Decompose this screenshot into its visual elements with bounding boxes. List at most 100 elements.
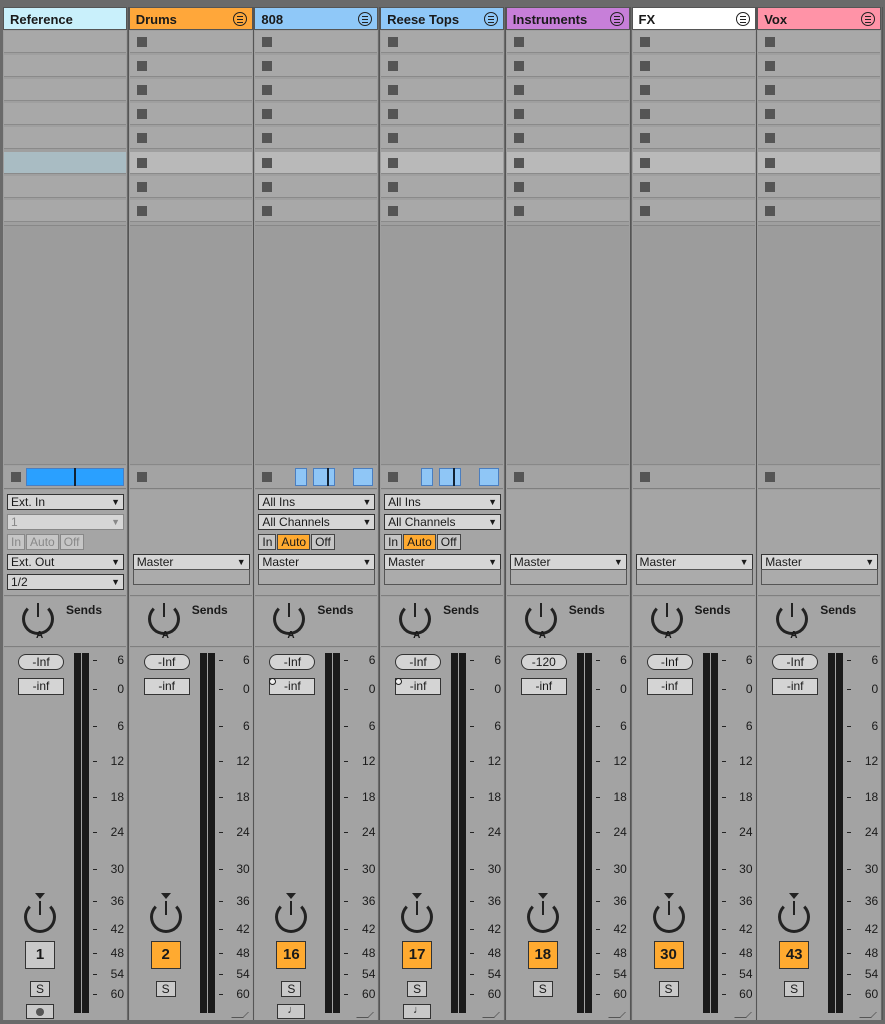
output-type-select[interactable]: Master [509,554,627,570]
solo-button[interactable]: S [784,981,805,997]
clip-slot[interactable] [129,55,252,77]
volume-field[interactable]: -inf [520,678,567,695]
track-title[interactable]: FX [631,7,756,30]
stop-clip-icon[interactable] [639,109,650,119]
clip-slot[interactable] [758,31,881,53]
clip-slot[interactable] [506,79,629,101]
input-type-select[interactable]: All Ins [258,494,376,510]
stop-clip-icon[interactable] [136,182,147,192]
clip-slot[interactable] [506,127,629,149]
monitor-off-button[interactable]: Off [436,534,461,550]
pan-knob[interactable] [652,901,685,933]
stop-clip-icon[interactable] [513,133,524,143]
clip-slot[interactable] [4,176,126,198]
peak-level-display[interactable]: -Inf [395,654,442,670]
clip-slot[interactable] [255,55,378,77]
volume-field[interactable]: -inf [269,678,316,695]
stop-clip-icon[interactable] [388,133,399,143]
group-fold-icon[interactable] [609,12,624,26]
stop-clip-icon[interactable] [765,61,776,71]
volume-field[interactable]: -inf [772,678,819,695]
peak-level-display[interactable]: -Inf [772,654,819,670]
monitor-off-button[interactable]: Off [59,534,84,550]
stop-clip-icon[interactable] [136,133,147,143]
clip-slot[interactable] [129,31,252,53]
track-title[interactable]: Instruments [505,7,630,30]
stop-clip-icon[interactable] [513,37,524,47]
pan-knob[interactable] [778,901,811,933]
stop-clip-icon[interactable] [513,61,524,71]
monitor-in-button[interactable]: In [258,534,277,550]
output-type-select[interactable]: Ext. Out [7,554,124,570]
stop-clip-icon[interactable] [388,61,399,71]
track-activator-button[interactable]: 30 [653,941,684,969]
clip-slot[interactable] [4,200,126,222]
clip-slot[interactable] [758,103,881,125]
stop-clip-icon[interactable] [765,85,776,95]
clip-slot[interactable] [632,127,755,149]
clip-slot[interactable] [4,79,126,101]
clip-slot[interactable] [506,55,629,77]
stop-clip-icon[interactable] [388,109,399,119]
output-type-select[interactable]: Master [132,554,250,570]
clip-slot[interactable] [381,176,504,198]
group-fold-icon[interactable] [232,12,247,26]
stop-clip-icon[interactable] [136,85,147,95]
stop-clip-icon[interactable] [765,158,776,168]
clip-slot[interactable] [255,31,378,53]
clip-slot[interactable] [506,200,629,222]
clip-slot[interactable] [4,127,126,149]
track-title[interactable]: Drums [128,7,253,30]
volume-field[interactable]: -inf [18,678,64,695]
track-title[interactable]: Reese Tops [380,7,505,30]
output-type-select[interactable]: Master [635,554,753,570]
peak-level-display[interactable]: -120 [520,654,567,670]
clip-slot[interactable] [4,152,126,174]
arm-record-button[interactable] [26,1004,54,1019]
clip-slot[interactable] [129,200,252,222]
input-channel-select[interactable]: All Channels [258,514,376,530]
pan-knob[interactable] [526,901,559,933]
clip-slot[interactable] [758,79,881,101]
clip-slot[interactable] [4,103,126,125]
group-fold-icon[interactable] [484,12,499,26]
solo-button[interactable]: S [407,981,428,997]
track-activator-button[interactable]: 16 [276,941,307,969]
clip-slot[interactable] [129,79,252,101]
monitor-off-button[interactable]: Off [311,534,335,550]
clip-slot[interactable] [381,103,504,125]
stop-clip-icon[interactable] [136,37,147,47]
clip-slot[interactable] [758,127,881,149]
stop-clip-icon[interactable] [639,158,650,168]
clip-slot[interactable] [632,79,755,101]
track-activator-button[interactable]: 43 [779,941,810,969]
pan-knob[interactable] [149,901,182,933]
stop-clip-icon[interactable] [513,206,524,216]
input-type-select[interactable]: Ext. In [7,494,124,510]
stop-clip-icon[interactable] [262,109,273,119]
stop-clip-icon[interactable] [765,206,776,216]
monitor-in-button[interactable]: In [384,534,403,550]
clip-slot[interactable] [255,79,378,101]
clip-slot[interactable] [632,103,755,125]
clip-slot[interactable] [255,152,378,174]
stop-all-clips-icon[interactable] [388,472,399,482]
clip-slot[interactable] [129,103,252,125]
clip-slot[interactable] [381,55,504,77]
volume-field[interactable]: -inf [646,678,693,695]
clip-slot[interactable] [255,176,378,198]
solo-button[interactable]: S [281,981,302,997]
clip-slot[interactable] [506,31,629,53]
clip-slot[interactable] [758,176,881,198]
track-activator-button[interactable]: 17 [402,941,433,969]
clip-slot[interactable] [255,103,378,125]
clip-slot[interactable] [758,152,881,174]
clip-slot[interactable] [758,55,881,77]
stop-clip-icon[interactable] [388,206,399,216]
stop-all-clips-icon[interactable] [136,472,147,482]
output-type-select[interactable]: Master [258,554,376,570]
solo-button[interactable]: S [532,981,553,997]
stop-clip-icon[interactable] [639,133,650,143]
monitor-auto-button[interactable]: Auto [26,534,59,550]
clip-slot[interactable] [506,176,629,198]
